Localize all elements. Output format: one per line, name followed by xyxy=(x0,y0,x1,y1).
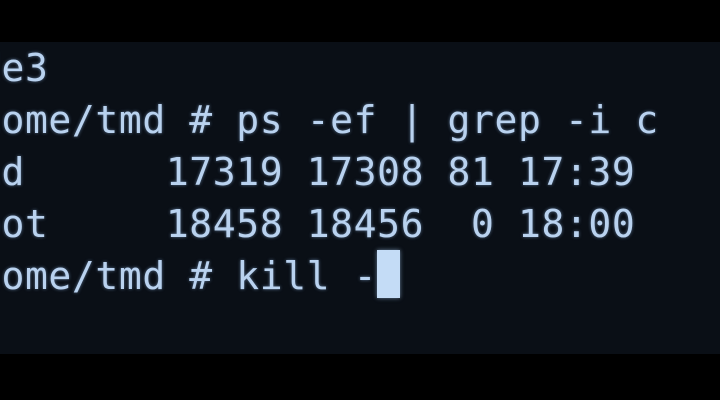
terminal-line-3: nd 17319 17308 81 17:39 xyxy=(0,150,636,194)
video-frame: de3 home/tmd # ps -ef | grep -i c nd 173… xyxy=(0,0,720,400)
terminal-command-input[interactable]: home/tmd # kill - xyxy=(0,254,377,298)
terminal-line-1: de3 xyxy=(0,46,49,90)
terminal-prompt-line[interactable]: home/tmd # kill - xyxy=(0,250,401,302)
terminal-window[interactable]: de3 home/tmd # ps -ef | grep -i c nd 173… xyxy=(0,42,720,354)
terminal-line-4: oot 18458 18456 0 18:00 xyxy=(0,202,636,246)
terminal-line-2: home/tmd # ps -ef | grep -i c xyxy=(0,98,659,142)
block-cursor xyxy=(377,250,401,298)
